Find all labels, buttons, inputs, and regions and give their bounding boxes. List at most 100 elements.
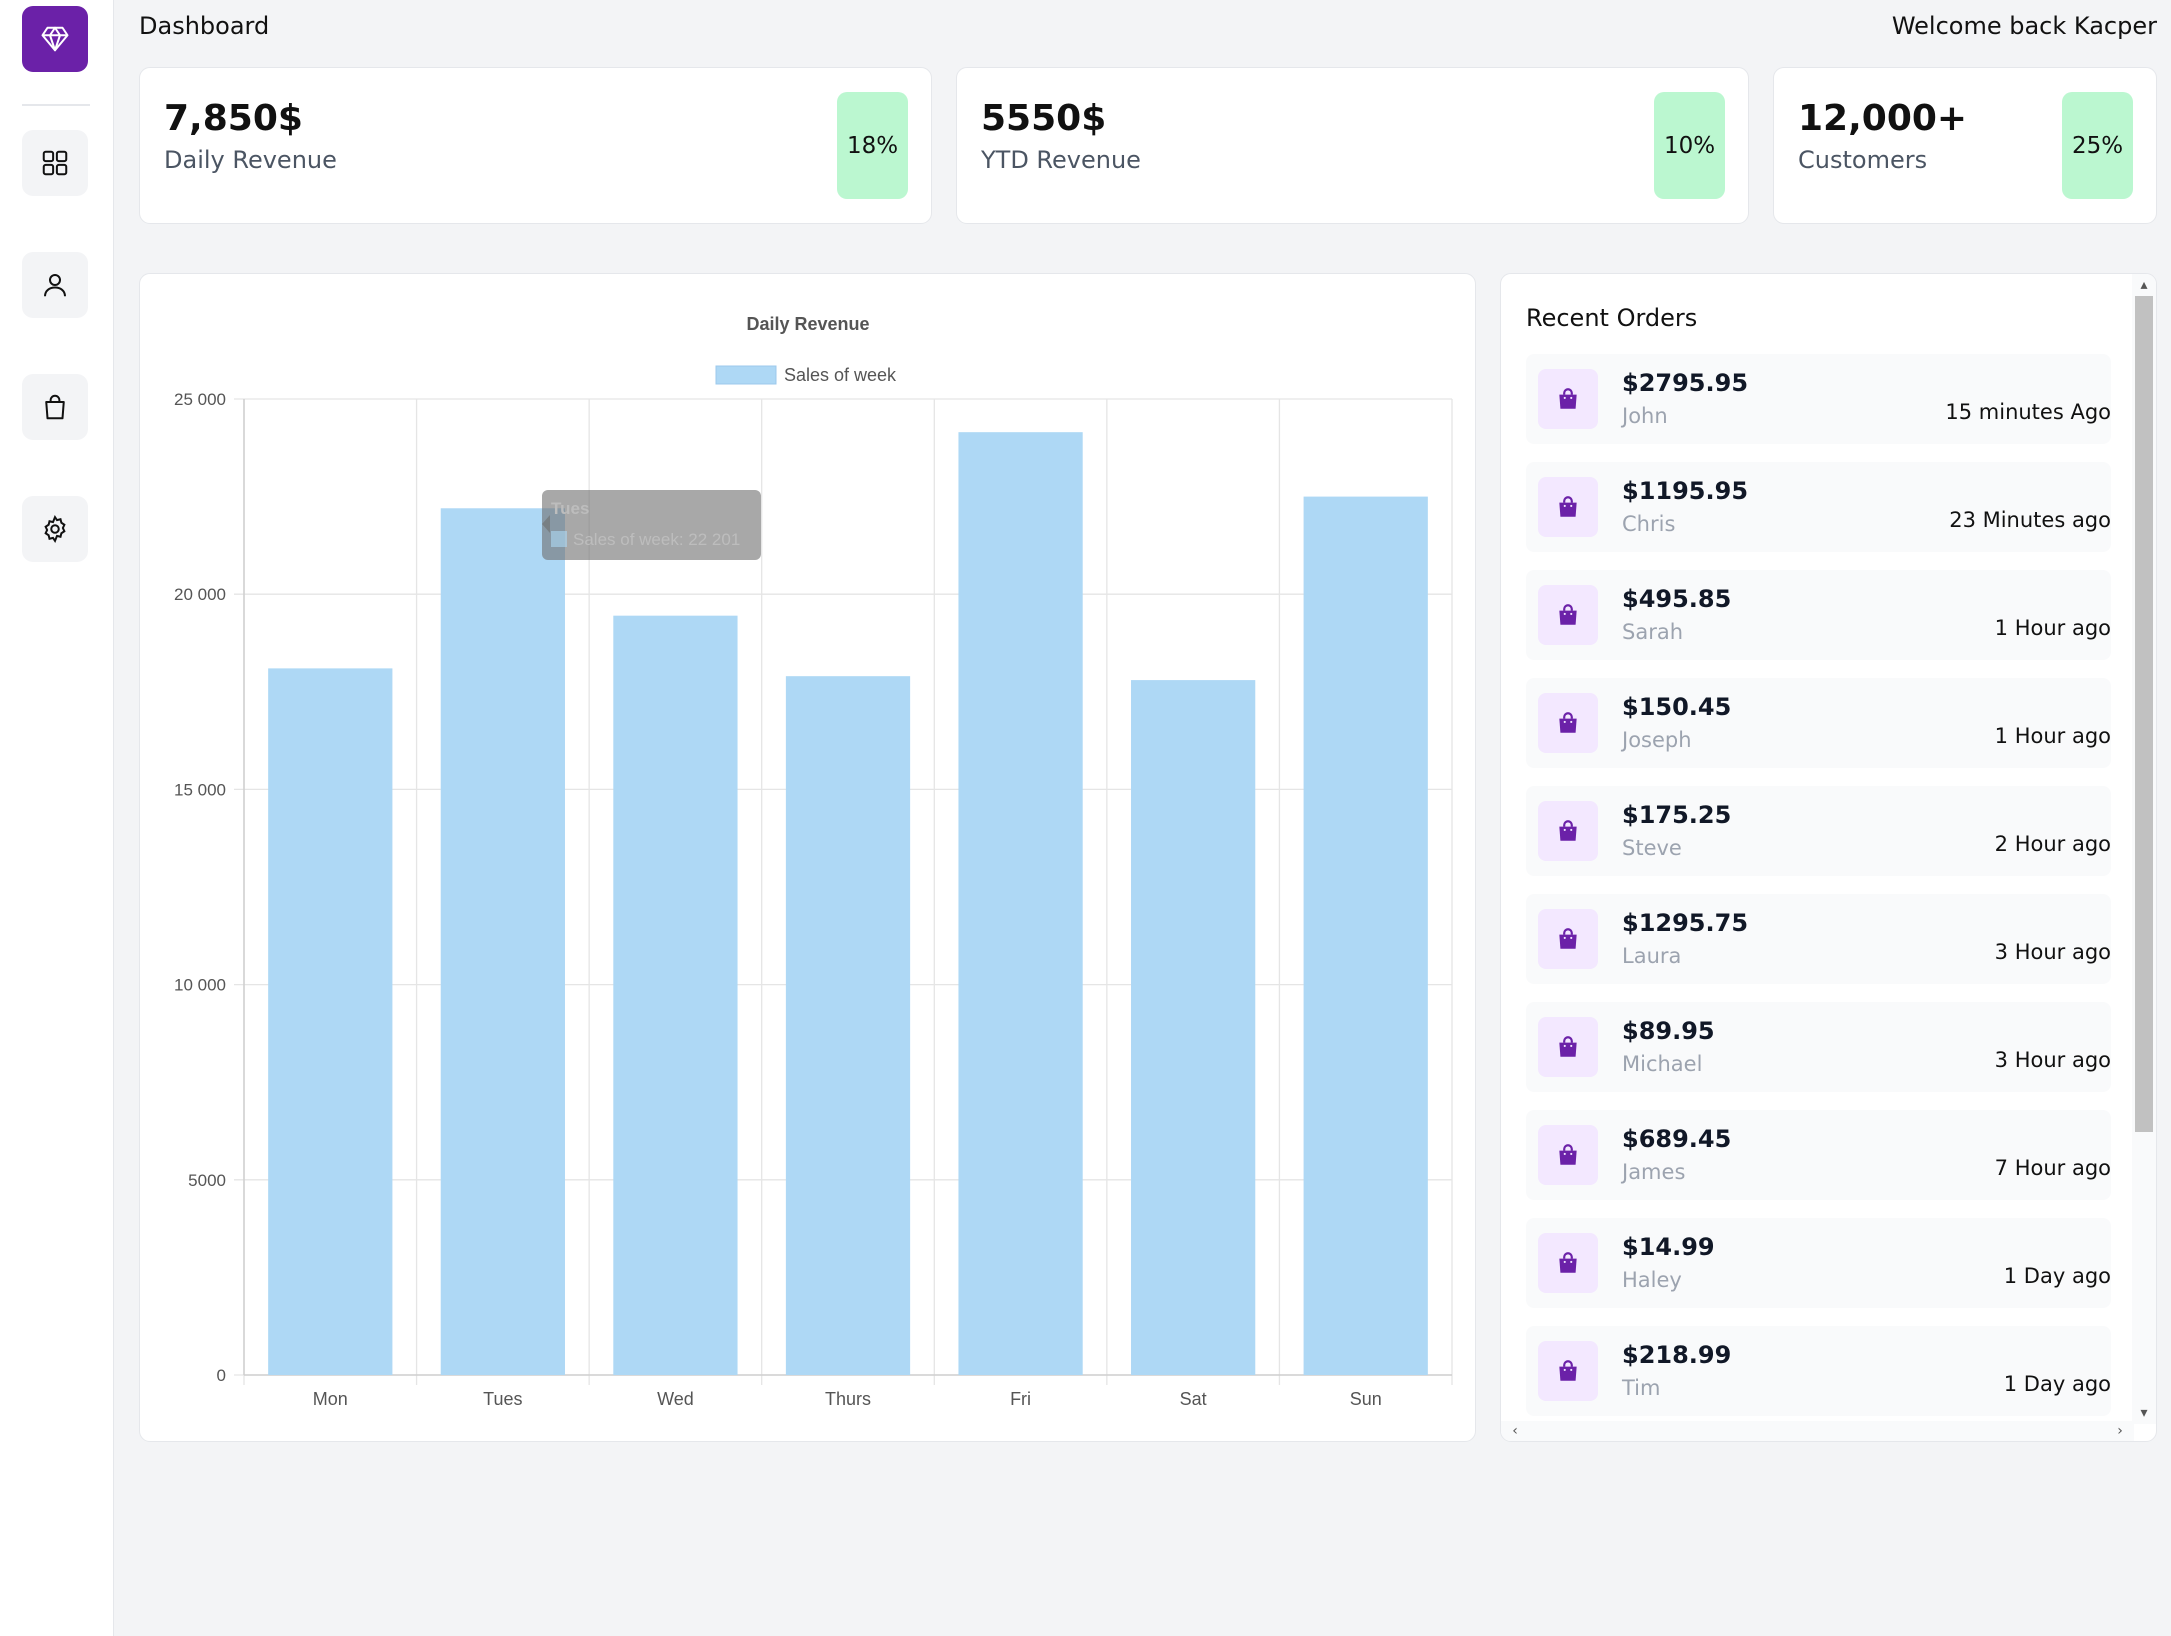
order-time: 7 Hour ago <box>1994 1156 2111 1180</box>
order-row[interactable]: $150.45 Joseph 1 Hour ago <box>1526 678 2111 768</box>
order-icon-tile <box>1538 1125 1598 1185</box>
order-amount: $175.25 <box>1622 801 1732 829</box>
order-time: 3 Hour ago <box>1994 940 2111 964</box>
bar-tues[interactable] <box>440 508 565 1375</box>
order-icon-tile <box>1538 369 1598 429</box>
order-amount: $150.45 <box>1622 693 1732 721</box>
stat-card-ytd-revenue: 5550$ YTD Revenue 10% <box>956 67 1749 224</box>
bar-thurs[interactable] <box>785 676 911 1375</box>
stat-value: 5550$ <box>981 98 1107 139</box>
order-row[interactable]: $2795.95 John 15 minutes Ago <box>1526 354 2111 444</box>
chart-title: Daily Revenue <box>746 314 869 334</box>
order-customer-name: Steve <box>1622 836 1682 860</box>
x-tick-label: Sat <box>1180 1389 1207 1409</box>
order-time: 2 Hour ago <box>1994 832 2111 856</box>
sidebar <box>0 0 114 1636</box>
sidebar-item-dashboard[interactable] <box>22 130 88 196</box>
y-tick-label: 15 000 <box>174 780 226 799</box>
order-amount: $14.99 <box>1622 1233 1715 1261</box>
order-row[interactable]: $1295.75 Laura 3 Hour ago <box>1526 894 2111 984</box>
bar-fri[interactable] <box>958 432 1083 1375</box>
order-row[interactable]: $1195.95 Chris 23 Minutes ago <box>1526 462 2111 552</box>
scroll-left-arrow[interactable]: ‹ <box>1505 1422 1525 1440</box>
order-amount: $495.85 <box>1622 585 1732 613</box>
scroll-up-arrow[interactable]: ▴ <box>2134 276 2154 294</box>
shopping-bag-icon <box>1559 1252 1577 1273</box>
stat-card-customers: 12,000+ Customers 25% <box>1773 67 2157 224</box>
bar-mon[interactable] <box>268 668 393 1375</box>
x-tick-label: Tues <box>483 1389 522 1409</box>
stat-label: YTD Revenue <box>981 146 1141 174</box>
shopping-bag-icon <box>1559 496 1577 517</box>
sidebar-divider <box>22 104 90 106</box>
sidebar-item-orders[interactable] <box>22 374 88 440</box>
order-icon-tile <box>1538 1233 1598 1293</box>
y-tick-label: 20 000 <box>174 585 226 604</box>
stat-badge: 25% <box>2062 92 2133 199</box>
order-row[interactable]: $689.45 James 7 Hour ago <box>1526 1110 2111 1200</box>
order-customer-name: Tim <box>1622 1376 1661 1400</box>
scroll-right-arrow[interactable]: › <box>2110 1422 2130 1440</box>
logo[interactable] <box>22 6 88 72</box>
order-amount: $89.95 <box>1622 1017 1715 1045</box>
revenue-chart-card: 0 5000 10 000 15 000 20 000 25 000 Mon Tues Wed T… <box>139 273 1476 1442</box>
order-icon-tile <box>1538 801 1598 861</box>
order-row[interactable]: $14.99 Haley 1 Day ago <box>1526 1218 2111 1308</box>
bar-sat[interactable] <box>1131 680 1256 1375</box>
bar-sun[interactable] <box>1303 496 1428 1376</box>
shopping-bag-icon <box>1559 712 1577 733</box>
order-icon-tile <box>1538 693 1598 753</box>
stat-card-daily-revenue: 7,850$ Daily Revenue 18% <box>139 67 932 224</box>
revenue-bar-chart: 0 5000 10 000 15 000 20 000 25 000 Mon Tues Wed T… <box>174 314 1453 1409</box>
order-time: 1 Hour ago <box>1994 616 2111 640</box>
vertical-scrollbar[interactable]: ▴ ▾ <box>2132 274 2156 1424</box>
horizontal-scrollbar[interactable]: ‹ › <box>1501 1421 2134 1441</box>
legend-label[interactable]: Sales of week <box>784 365 897 385</box>
order-time: 23 Minutes ago <box>1949 508 2111 532</box>
order-time: 1 Day ago <box>2003 1372 2111 1396</box>
sidebar-item-customers[interactable] <box>22 252 88 318</box>
order-amount: $218.99 <box>1622 1341 1732 1369</box>
order-row[interactable]: $89.95 Michael 3 Hour ago <box>1526 1002 2111 1092</box>
order-customer-name: Sarah <box>1622 620 1684 644</box>
tooltip-title: Tues <box>551 499 589 518</box>
shopping-bag-icon <box>1559 928 1577 949</box>
order-time: 3 Hour ago <box>1994 1048 2111 1072</box>
stat-value: 12,000+ <box>1798 98 1968 139</box>
dashboard-grid-icon <box>42 150 68 176</box>
order-row[interactable]: $495.85 Sarah 1 Hour ago <box>1526 570 2111 660</box>
y-tick-label: 5000 <box>188 1171 226 1190</box>
shopping-bag-icon <box>1559 1036 1577 1057</box>
diamond-icon <box>41 26 69 52</box>
order-row[interactable]: $218.99 Tim 1 Day ago <box>1526 1326 2111 1416</box>
sidebar-item-settings[interactable] <box>22 496 88 562</box>
shopping-bag-icon <box>1559 388 1577 409</box>
order-row[interactable]: $175.25 Steve 2 Hour ago <box>1526 786 2111 876</box>
chart-tooltip: Tues Sales of week: 22 201 <box>542 490 761 560</box>
x-tick-label: Fri <box>1010 1389 1031 1409</box>
order-time: 15 minutes Ago <box>1945 400 2111 424</box>
bar-wed[interactable] <box>613 615 738 1375</box>
x-tick-label: Mon <box>313 1389 348 1409</box>
order-customer-name: Laura <box>1622 944 1682 968</box>
settings-gear-icon <box>44 514 66 544</box>
order-customer-name: James <box>1622 1160 1686 1184</box>
y-tick-label: 0 <box>217 1366 226 1385</box>
tooltip-swatch <box>551 531 567 547</box>
order-icon-tile <box>1538 585 1598 645</box>
shopping-bag-icon <box>1559 604 1577 625</box>
order-time: 1 Hour ago <box>1994 724 2111 748</box>
shopping-bag-icon <box>1559 820 1577 841</box>
x-tick-label: Wed <box>657 1389 694 1409</box>
scroll-down-arrow[interactable]: ▾ <box>2134 1404 2154 1422</box>
welcome-message: Welcome back Kacper <box>1891 12 2157 40</box>
shopping-bag-icon <box>1559 1144 1577 1165</box>
stat-label: Daily Revenue <box>164 146 337 174</box>
recent-orders-title: Recent Orders <box>1526 304 1698 332</box>
order-amount: $689.45 <box>1622 1125 1732 1153</box>
x-tick-label: Thurs <box>825 1389 871 1409</box>
order-customer-name: Haley <box>1622 1268 1682 1292</box>
scrollbar-thumb[interactable] <box>2135 296 2153 1132</box>
recent-orders-panel[interactable]: Recent Orders $2795.95 John 15 minutes Ago… <box>1500 273 2157 1442</box>
stat-value: 7,850$ <box>164 98 303 139</box>
